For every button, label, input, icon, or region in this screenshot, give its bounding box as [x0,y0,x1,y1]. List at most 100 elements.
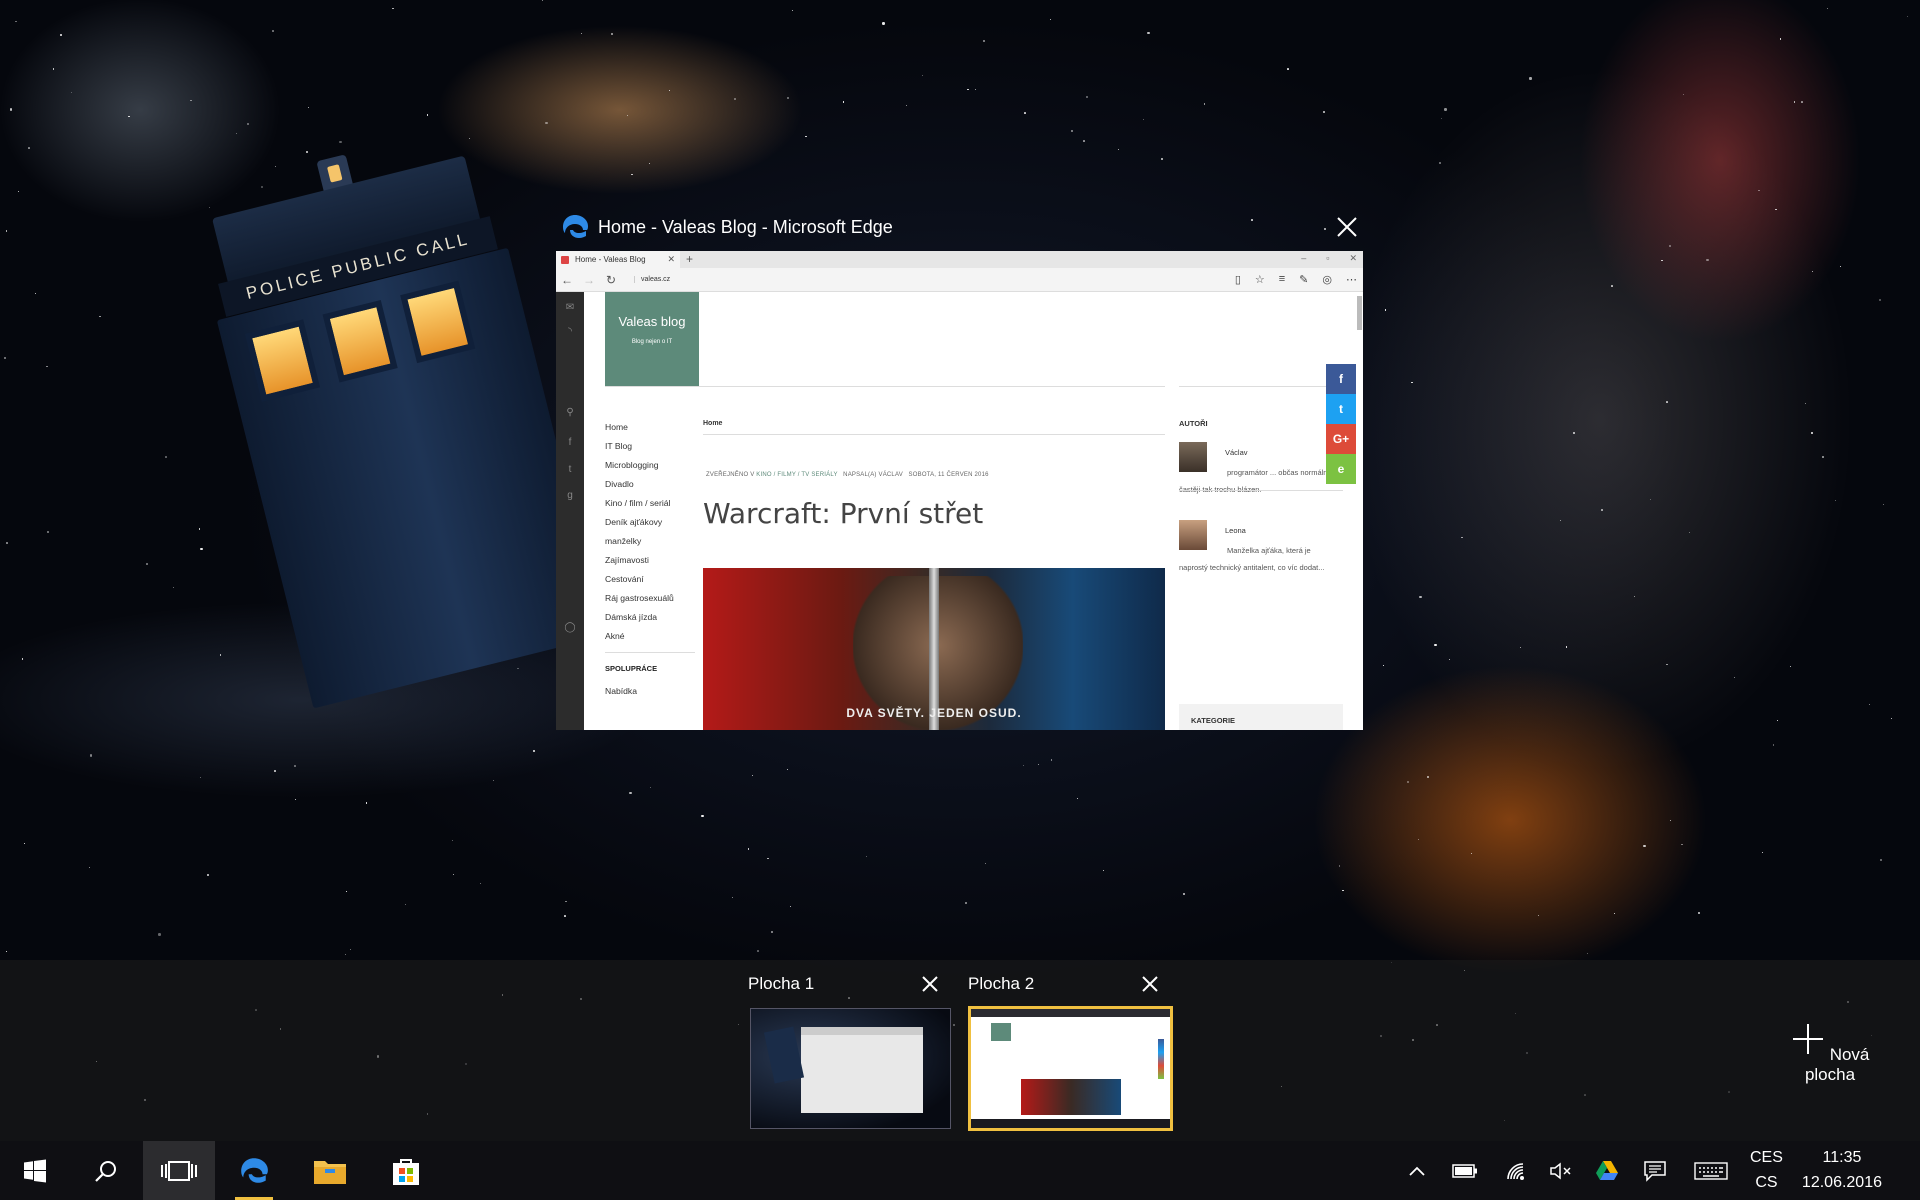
star [1697,911,1700,914]
new-desktop-button[interactable]: Nová plocha [1770,1022,1890,1085]
scrollbar[interactable] [1357,296,1362,330]
share-twitter-icon[interactable]: t [1326,394,1356,424]
action-center-icon[interactable] [1638,1141,1672,1200]
store-icon[interactable] [369,1141,443,1200]
virtual-desktops-bar [0,960,1920,1141]
close-window-icon[interactable] [1333,213,1361,241]
forward-icon[interactable]: → [578,273,600,287]
close-desktop-icon[interactable] [920,974,940,994]
menu-item[interactable]: IT Blog [605,437,695,456]
site-logo-title: Valeas blog [618,314,686,329]
edge-window-preview[interactable]: Home - Valeas Blog ✕ + – ▫ ✕ ← → ↻ valea… [556,251,1363,730]
plus-icon [1792,1024,1823,1054]
star [1834,499,1836,501]
close-desktop-icon[interactable] [1140,974,1160,994]
star [842,101,845,103]
star [1076,797,1078,799]
star [345,890,347,892]
star [1419,595,1422,598]
star [545,121,548,125]
chevron-up-icon[interactable] [1402,1141,1432,1200]
author-bio: Manželka ajťáka, která je naprostý techn… [1179,546,1325,572]
star [631,173,633,176]
star [164,455,167,458]
share-buttons: f t G+ e [1326,364,1356,484]
mail-icon[interactable]: ✉ [564,302,576,314]
share-evernote-icon[interactable]: e [1326,454,1356,484]
menu-item[interactable]: Nabídka [605,682,695,701]
menu-item[interactable]: Cestování [605,570,695,589]
menu-item[interactable]: Akné [605,627,695,646]
close-button[interactable]: ✕ [1349,253,1357,264]
task-view-icon[interactable] [143,1141,215,1200]
star [751,775,753,777]
new-tab-button[interactable]: + [686,252,693,266]
star [517,667,519,670]
keyboard-icon[interactable] [1690,1141,1732,1200]
search-icon[interactable] [70,1141,142,1200]
tab-close-icon[interactable]: ✕ [667,254,675,265]
menu-item[interactable]: manželky [605,532,695,551]
google-drive-icon[interactable] [1590,1141,1624,1200]
rss-icon[interactable]: ◝ [564,326,576,338]
desktop-thumbnail[interactable] [968,1006,1173,1131]
star [1103,870,1104,871]
star [1840,265,1842,267]
facebook-icon[interactable]: f [564,437,576,449]
menu-item[interactable]: Deník ajťákovy [605,513,695,532]
breadcrumb-divider [703,434,1165,435]
url-field[interactable]: valeas.cz [634,276,670,283]
back-icon[interactable]: ← [556,273,578,287]
star [1681,843,1683,845]
minimize-button[interactable]: – [1301,253,1306,264]
star [1801,100,1803,103]
star [1470,852,1472,854]
twitter-icon[interactable]: t [564,464,576,476]
breadcrumb[interactable]: Home [703,420,722,427]
favorite-star-icon[interactable]: ☆ [1255,273,1265,286]
star [158,933,161,936]
window-caption[interactable]: Home - Valeas Blog - Microsoft Edge [560,212,893,242]
menu-item[interactable]: Zajímavosti [605,551,695,570]
share-facebook-icon[interactable]: f [1326,364,1356,394]
star [305,150,308,153]
more-icon[interactable]: ⋯ [1346,273,1357,286]
menu-item[interactable]: Microblogging [605,456,695,475]
desktop-thumbnail[interactable] [750,1008,951,1129]
post-category-link[interactable]: KINO / FILMY / TV SERIÁLY [756,472,837,478]
edge-icon[interactable] [217,1141,291,1200]
circle-icon[interactable]: ◯ [564,622,576,634]
menu-item[interactable]: Ráj gastrosexuálů [605,589,695,608]
input-language[interactable]: CES CS [1750,1145,1783,1195]
desktop-label: Plocha 1 [748,974,815,993]
menu-item[interactable]: Kino / film / seriál [605,494,695,513]
star [1411,381,1413,384]
clock[interactable]: 11:35 12.06.2016 [1802,1145,1882,1195]
share-icon[interactable]: ◎ [1322,273,1332,286]
post-hero-image[interactable]: DVA SVĚTY. JEDEN OSUD. [703,568,1165,730]
windows-start-icon[interactable] [0,1141,70,1200]
star [1682,93,1684,95]
menu-item[interactable]: Home [605,418,695,437]
refresh-icon[interactable]: ↻ [600,273,622,287]
share-googleplus-icon[interactable]: G+ [1326,424,1356,454]
star [200,547,203,550]
hub-icon[interactable]: ≡ [1279,273,1285,286]
menu-item[interactable]: Divadlo [605,475,695,494]
wifi-icon[interactable] [1500,1141,1534,1200]
post-title[interactable]: Warcraft: První střet [703,497,983,530]
star [1444,108,1447,111]
battery-icon[interactable] [1448,1141,1482,1200]
site-logo[interactable]: Valeas blog Blog nejen o IT [605,292,699,386]
volume-muted-icon[interactable] [1544,1141,1578,1200]
maximize-button[interactable]: ▫ [1326,253,1329,264]
web-note-icon[interactable]: ✎ [1299,273,1308,286]
googleplus-icon[interactable]: g [564,490,576,502]
star [1669,244,1672,247]
star [273,770,276,772]
browser-tab[interactable]: Home - Valeas Blog ✕ [556,251,680,268]
site-search-icon[interactable]: ⚲ [564,407,576,419]
file-explorer-icon[interactable] [293,1141,367,1200]
reading-view-icon[interactable]: ▯ [1235,273,1241,286]
menu-item[interactable]: Dámská jízda [605,608,695,627]
